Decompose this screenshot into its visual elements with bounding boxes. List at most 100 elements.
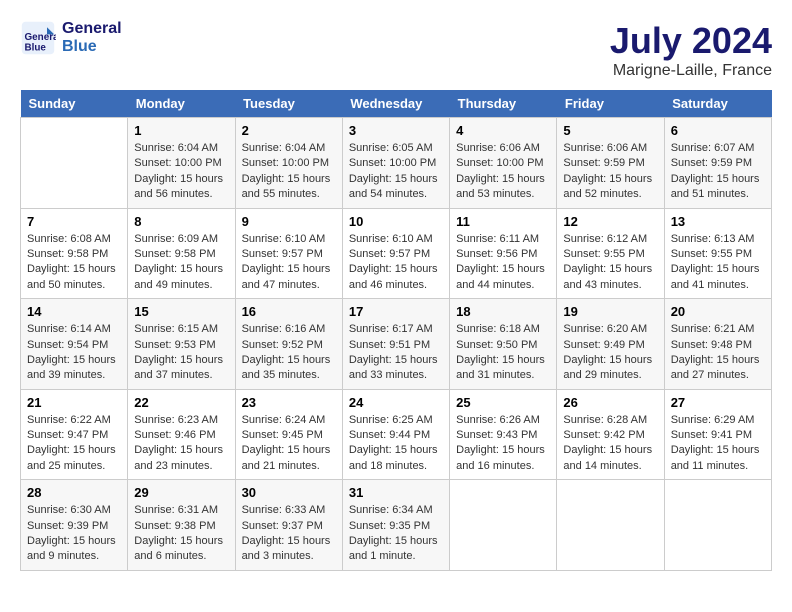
calendar-cell: 30 Sunrise: 6:33 AM Sunset: 9:37 PM Dayli… bbox=[235, 480, 342, 571]
title-block: July 2024 Marigne-Laille, France bbox=[610, 20, 772, 80]
calendar-cell: 18 Sunrise: 6:18 AM Sunset: 9:50 PM Dayli… bbox=[450, 299, 557, 390]
day-number: 22 bbox=[134, 395, 228, 410]
day-info: Sunrise: 6:24 AM Sunset: 9:45 PM Dayligh… bbox=[242, 413, 336, 475]
col-saturday: Saturday bbox=[664, 90, 771, 118]
day-number: 7 bbox=[27, 214, 121, 229]
calendar-cell: 23 Sunrise: 6:24 AM Sunset: 9:45 PM Dayli… bbox=[235, 389, 342, 480]
day-number: 29 bbox=[134, 485, 228, 500]
day-number: 14 bbox=[27, 304, 121, 319]
day-number: 20 bbox=[671, 304, 765, 319]
calendar-cell: 15Sunrise: 6:15 AM Sunset: 9:53 PM Dayli… bbox=[128, 299, 235, 390]
day-number: 9 bbox=[242, 214, 336, 229]
day-info: Sunrise: 6:10 AM Sunset: 9:57 PM Dayligh… bbox=[242, 232, 336, 294]
day-info: Sunrise: 6:26 AM Sunset: 9:43 PM Dayligh… bbox=[456, 413, 550, 475]
day-info: Sunrise: 6:14 AM Sunset: 9:54 PM Dayligh… bbox=[27, 322, 121, 384]
calendar-cell: 17Sunrise: 6:17 AM Sunset: 9:51 PM Dayli… bbox=[342, 299, 449, 390]
day-number: 11 bbox=[456, 214, 550, 229]
col-wednesday: Wednesday bbox=[342, 90, 449, 118]
calendar-cell: 2 Sunrise: 6:04 AM Sunset: 10:00 PM Dayli… bbox=[235, 118, 342, 209]
day-number: 21 bbox=[27, 395, 121, 410]
day-number: 5 bbox=[563, 123, 657, 138]
day-info: Sunrise: 6:15 AM Sunset: 9:53 PM Dayligh… bbox=[134, 322, 228, 384]
day-number: 23 bbox=[242, 395, 336, 410]
day-info: Sunrise: 6:11 AM Sunset: 9:56 PM Dayligh… bbox=[456, 232, 550, 294]
logo-icon: General Blue bbox=[20, 20, 56, 56]
day-number: 8 bbox=[134, 214, 228, 229]
calendar-cell: 5 Sunrise: 6:06 AM Sunset: 9:59 PM Daylig… bbox=[557, 118, 664, 209]
day-number: 31 bbox=[349, 485, 443, 500]
calendar-cell: 12 Sunrise: 6:12 AM Sunset: 9:55 PM Dayli… bbox=[557, 208, 664, 299]
calendar-cell bbox=[21, 118, 128, 209]
day-info: Sunrise: 6:28 AM Sunset: 9:42 PM Dayligh… bbox=[563, 413, 657, 475]
col-thursday: Thursday bbox=[450, 90, 557, 118]
day-number: 4 bbox=[456, 123, 550, 138]
day-info: Sunrise: 6:21 AM Sunset: 9:48 PM Dayligh… bbox=[671, 322, 765, 384]
day-info: Sunrise: 6:29 AM Sunset: 9:41 PM Dayligh… bbox=[671, 413, 765, 475]
calendar-cell: 22Sunrise: 6:23 AM Sunset: 9:46 PM Dayli… bbox=[128, 389, 235, 480]
calendar-cell bbox=[450, 480, 557, 571]
day-info: Sunrise: 6:25 AM Sunset: 9:44 PM Dayligh… bbox=[349, 413, 443, 475]
calendar-cell: 8Sunrise: 6:09 AM Sunset: 9:58 PM Daylig… bbox=[128, 208, 235, 299]
day-info: Sunrise: 6:34 AM Sunset: 9:35 PM Dayligh… bbox=[349, 503, 443, 565]
calendar-cell: 9 Sunrise: 6:10 AM Sunset: 9:57 PM Daylig… bbox=[235, 208, 342, 299]
calendar-week-3: 14 Sunrise: 6:14 AM Sunset: 9:54 PM Dayli… bbox=[21, 299, 772, 390]
calendar-header: Sunday Monday Tuesday Wednesday Thursday… bbox=[21, 90, 772, 118]
calendar-cell bbox=[557, 480, 664, 571]
col-sunday: Sunday bbox=[21, 90, 128, 118]
day-info: Sunrise: 6:10 AM Sunset: 9:57 PM Dayligh… bbox=[349, 232, 443, 294]
day-info: Sunrise: 6:18 AM Sunset: 9:50 PM Dayligh… bbox=[456, 322, 550, 384]
calendar-cell: 26 Sunrise: 6:28 AM Sunset: 9:42 PM Dayli… bbox=[557, 389, 664, 480]
day-number: 10 bbox=[349, 214, 443, 229]
day-info: Sunrise: 6:08 AM Sunset: 9:58 PM Dayligh… bbox=[27, 232, 121, 294]
day-number: 18 bbox=[456, 304, 550, 319]
day-info: Sunrise: 6:05 AM Sunset: 10:00 PM Daylig… bbox=[349, 141, 443, 203]
day-number: 24 bbox=[349, 395, 443, 410]
day-number: 28 bbox=[27, 485, 121, 500]
logo-text: General Blue bbox=[62, 20, 122, 55]
day-info: Sunrise: 6:30 AM Sunset: 9:39 PM Dayligh… bbox=[27, 503, 121, 565]
calendar-cell: 25 Sunrise: 6:26 AM Sunset: 9:43 PM Dayli… bbox=[450, 389, 557, 480]
calendar-body: 1Sunrise: 6:04 AM Sunset: 10:00 PM Dayli… bbox=[21, 118, 772, 571]
day-number: 2 bbox=[242, 123, 336, 138]
day-info: Sunrise: 6:33 AM Sunset: 9:37 PM Dayligh… bbox=[242, 503, 336, 565]
day-info: Sunrise: 6:17 AM Sunset: 9:51 PM Dayligh… bbox=[349, 322, 443, 384]
calendar-cell: 31 Sunrise: 6:34 AM Sunset: 9:35 PM Dayli… bbox=[342, 480, 449, 571]
day-number: 3 bbox=[349, 123, 443, 138]
calendar-cell: 16 Sunrise: 6:16 AM Sunset: 9:52 PM Dayli… bbox=[235, 299, 342, 390]
location: Marigne-Laille, France bbox=[610, 62, 772, 80]
day-info: Sunrise: 6:13 AM Sunset: 9:55 PM Dayligh… bbox=[671, 232, 765, 294]
day-number: 30 bbox=[242, 485, 336, 500]
day-number: 25 bbox=[456, 395, 550, 410]
calendar-week-5: 28 Sunrise: 6:30 AM Sunset: 9:39 PM Dayli… bbox=[21, 480, 772, 571]
svg-text:Blue: Blue bbox=[25, 43, 47, 54]
calendar-cell: 20 Sunrise: 6:21 AM Sunset: 9:48 PM Dayli… bbox=[664, 299, 771, 390]
calendar-cell: 14 Sunrise: 6:14 AM Sunset: 9:54 PM Dayli… bbox=[21, 299, 128, 390]
day-info: Sunrise: 6:06 AM Sunset: 9:59 PM Dayligh… bbox=[563, 141, 657, 203]
calendar-week-4: 21 Sunrise: 6:22 AM Sunset: 9:47 PM Dayli… bbox=[21, 389, 772, 480]
calendar-cell: 28 Sunrise: 6:30 AM Sunset: 9:39 PM Dayli… bbox=[21, 480, 128, 571]
calendar-cell: 10 Sunrise: 6:10 AM Sunset: 9:57 PM Dayli… bbox=[342, 208, 449, 299]
day-info: Sunrise: 6:07 AM Sunset: 9:59 PM Dayligh… bbox=[671, 141, 765, 203]
day-info: Sunrise: 6:31 AM Sunset: 9:38 PM Dayligh… bbox=[134, 503, 228, 565]
calendar-cell: 27 Sunrise: 6:29 AM Sunset: 9:41 PM Dayli… bbox=[664, 389, 771, 480]
day-info: Sunrise: 6:04 AM Sunset: 10:00 PM Daylig… bbox=[134, 141, 228, 203]
calendar-week-2: 7 Sunrise: 6:08 AM Sunset: 9:58 PM Daylig… bbox=[21, 208, 772, 299]
calendar-cell: 7 Sunrise: 6:08 AM Sunset: 9:58 PM Daylig… bbox=[21, 208, 128, 299]
day-number: 12 bbox=[563, 214, 657, 229]
calendar-cell: 24 Sunrise: 6:25 AM Sunset: 9:44 PM Dayli… bbox=[342, 389, 449, 480]
day-number: 13 bbox=[671, 214, 765, 229]
calendar-cell: 11 Sunrise: 6:11 AM Sunset: 9:56 PM Dayli… bbox=[450, 208, 557, 299]
day-info: Sunrise: 6:12 AM Sunset: 9:55 PM Dayligh… bbox=[563, 232, 657, 294]
day-number: 26 bbox=[563, 395, 657, 410]
day-info: Sunrise: 6:06 AM Sunset: 10:00 PM Daylig… bbox=[456, 141, 550, 203]
calendar-cell: 13 Sunrise: 6:13 AM Sunset: 9:55 PM Dayli… bbox=[664, 208, 771, 299]
calendar-week-1: 1Sunrise: 6:04 AM Sunset: 10:00 PM Dayli… bbox=[21, 118, 772, 209]
day-info: Sunrise: 6:22 AM Sunset: 9:47 PM Dayligh… bbox=[27, 413, 121, 475]
col-tuesday: Tuesday bbox=[235, 90, 342, 118]
day-number: 6 bbox=[671, 123, 765, 138]
month-year: July 2024 bbox=[610, 20, 772, 62]
day-info: Sunrise: 6:16 AM Sunset: 9:52 PM Dayligh… bbox=[242, 322, 336, 384]
day-number: 16 bbox=[242, 304, 336, 319]
day-info: Sunrise: 6:04 AM Sunset: 10:00 PM Daylig… bbox=[242, 141, 336, 203]
day-number: 27 bbox=[671, 395, 765, 410]
